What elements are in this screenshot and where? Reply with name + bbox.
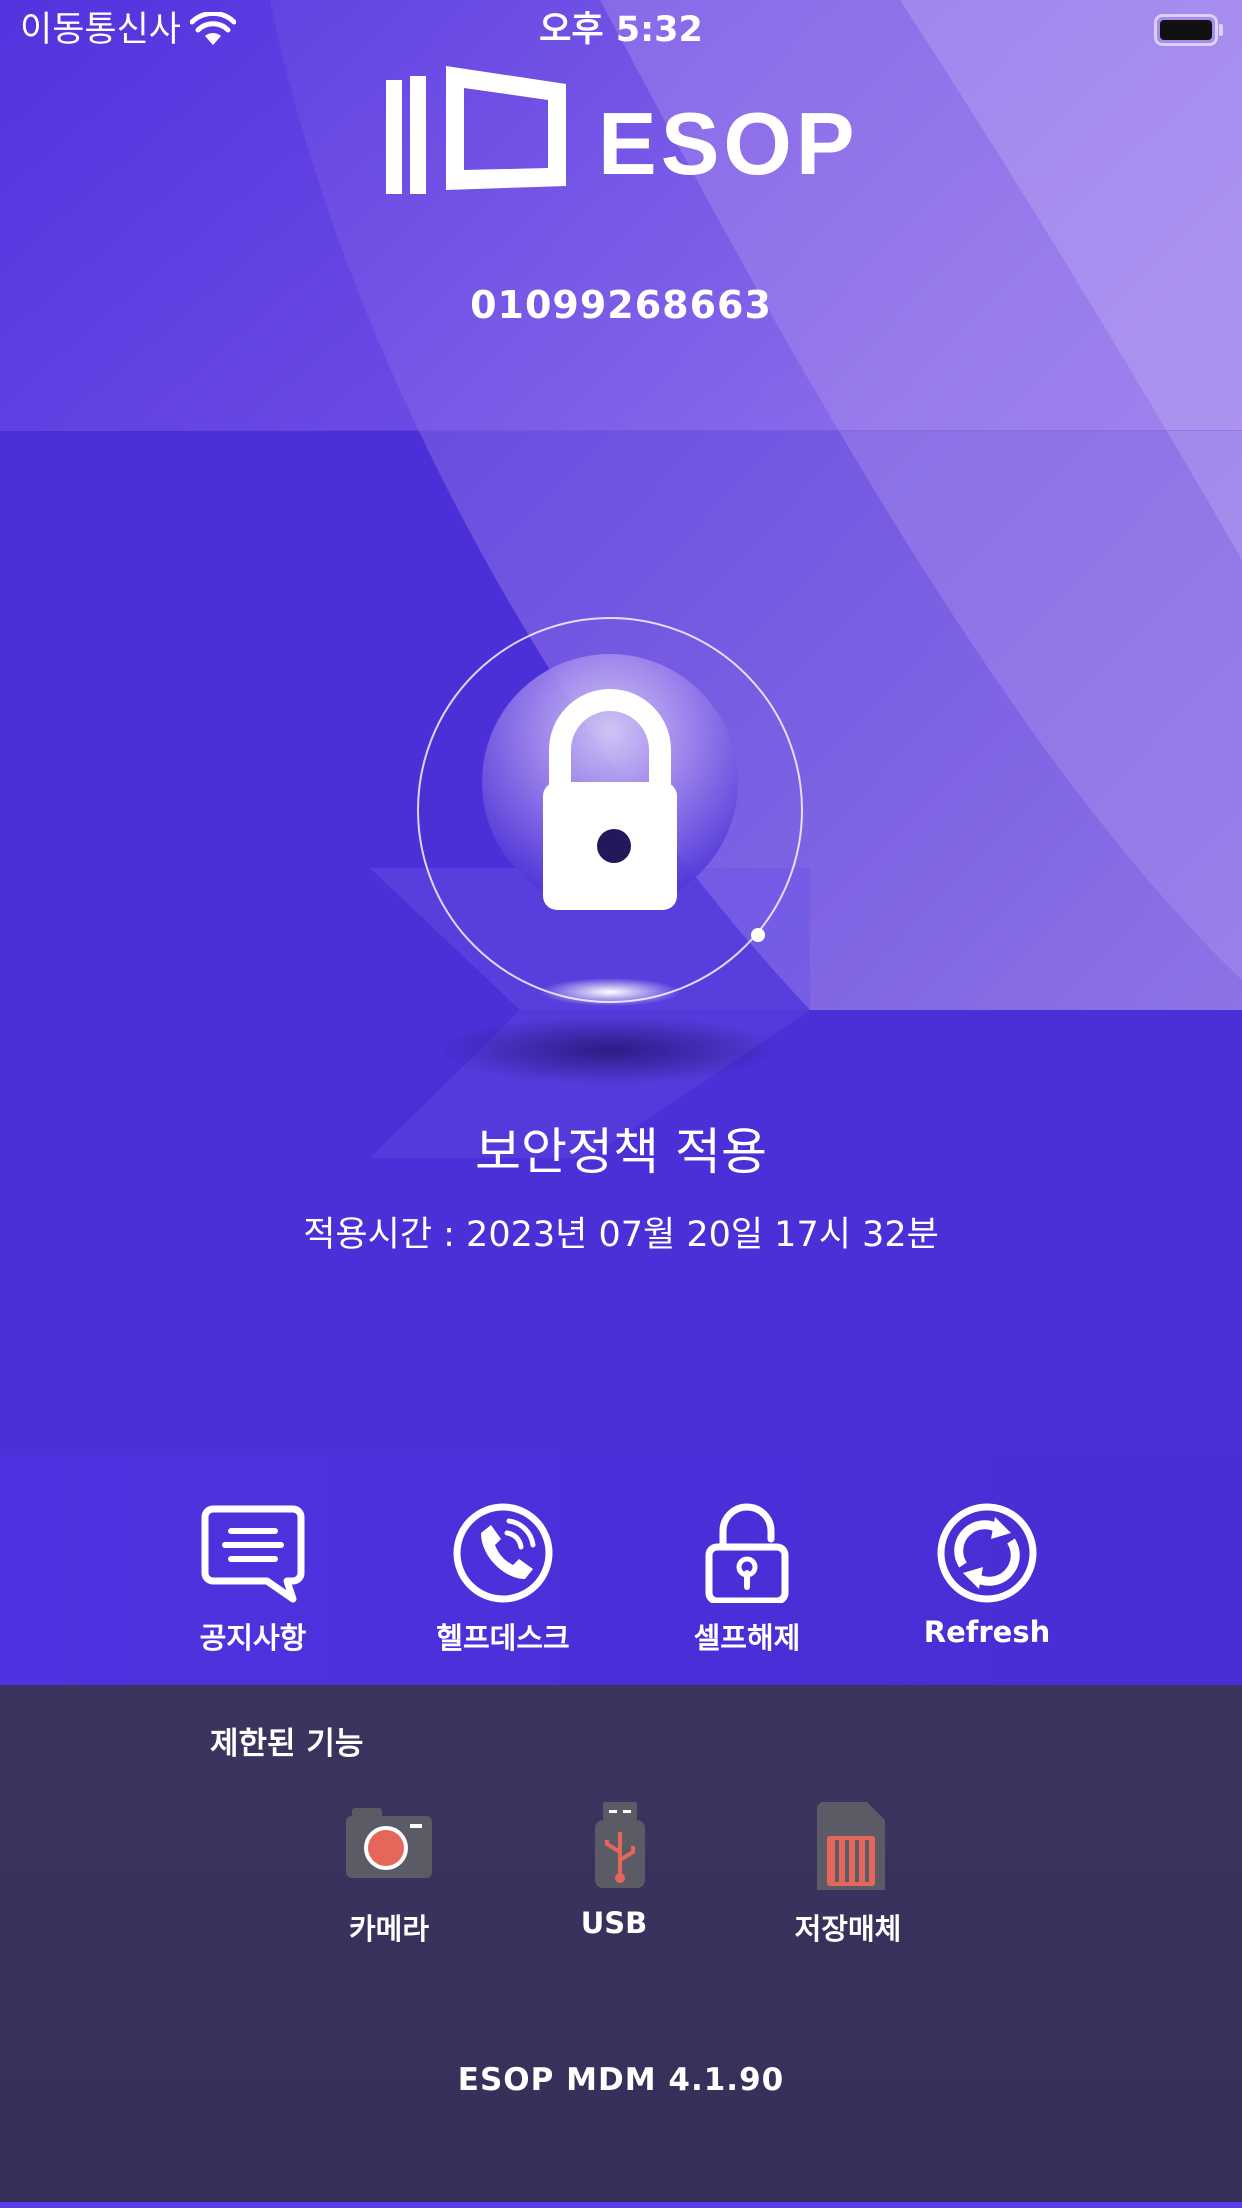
self-unlock-button[interactable]: 셀프해제 — [637, 1503, 857, 1657]
usb-label: USB — [580, 1906, 648, 1940]
policy-title: 보안정책 적용 — [475, 1123, 767, 1181]
usb-icon — [595, 1802, 645, 1888]
restricted-storage: 저장매체 — [758, 1800, 938, 1948]
notice-label: 공지사항 — [199, 1621, 307, 1655]
unlock-icon — [705, 1503, 789, 1603]
policy-applied-time: 적용시간 : 2023년 07월 20일 17시 32분 — [303, 1215, 939, 1255]
refresh-label: Refresh — [923, 1615, 1051, 1649]
lock-icon — [417, 617, 803, 1084]
notice-button[interactable]: 공지사항 — [143, 1503, 363, 1657]
restricted-usb: USB — [524, 1800, 704, 1940]
restricted-panel — [0, 1685, 1242, 2208]
svg-text:ESOP: ESOP — [598, 94, 859, 193]
app-version: ESOP MDM 4.1.90 — [457, 2062, 785, 2098]
speech-bubble-icon — [201, 1505, 305, 1603]
bottom-accent-line — [0, 2202, 1242, 2208]
helpdesk-label: 헬프데스크 — [436, 1621, 570, 1655]
storage-label: 저장매체 — [794, 1912, 902, 1946]
camera-label: 카메라 — [348, 1912, 430, 1946]
phone-number: 01099268663 — [470, 283, 772, 327]
restricted-camera: 카메라 — [299, 1800, 479, 1948]
battery-icon — [1154, 14, 1223, 46]
phone-call-icon — [453, 1503, 553, 1603]
self-unlock-label: 셀프해제 — [693, 1621, 801, 1655]
esop-logo: ESOP — [386, 66, 859, 194]
restricted-title: 제한된 기능 — [210, 1726, 364, 1762]
helpdesk-button[interactable]: 헬프데스크 — [393, 1503, 613, 1657]
refresh-icon — [937, 1503, 1037, 1603]
camera-icon — [346, 1808, 432, 1878]
sd-card-icon — [817, 1802, 885, 1890]
refresh-button[interactable]: Refresh — [877, 1503, 1097, 1649]
status-clock: 오후 5:32 — [539, 10, 703, 50]
